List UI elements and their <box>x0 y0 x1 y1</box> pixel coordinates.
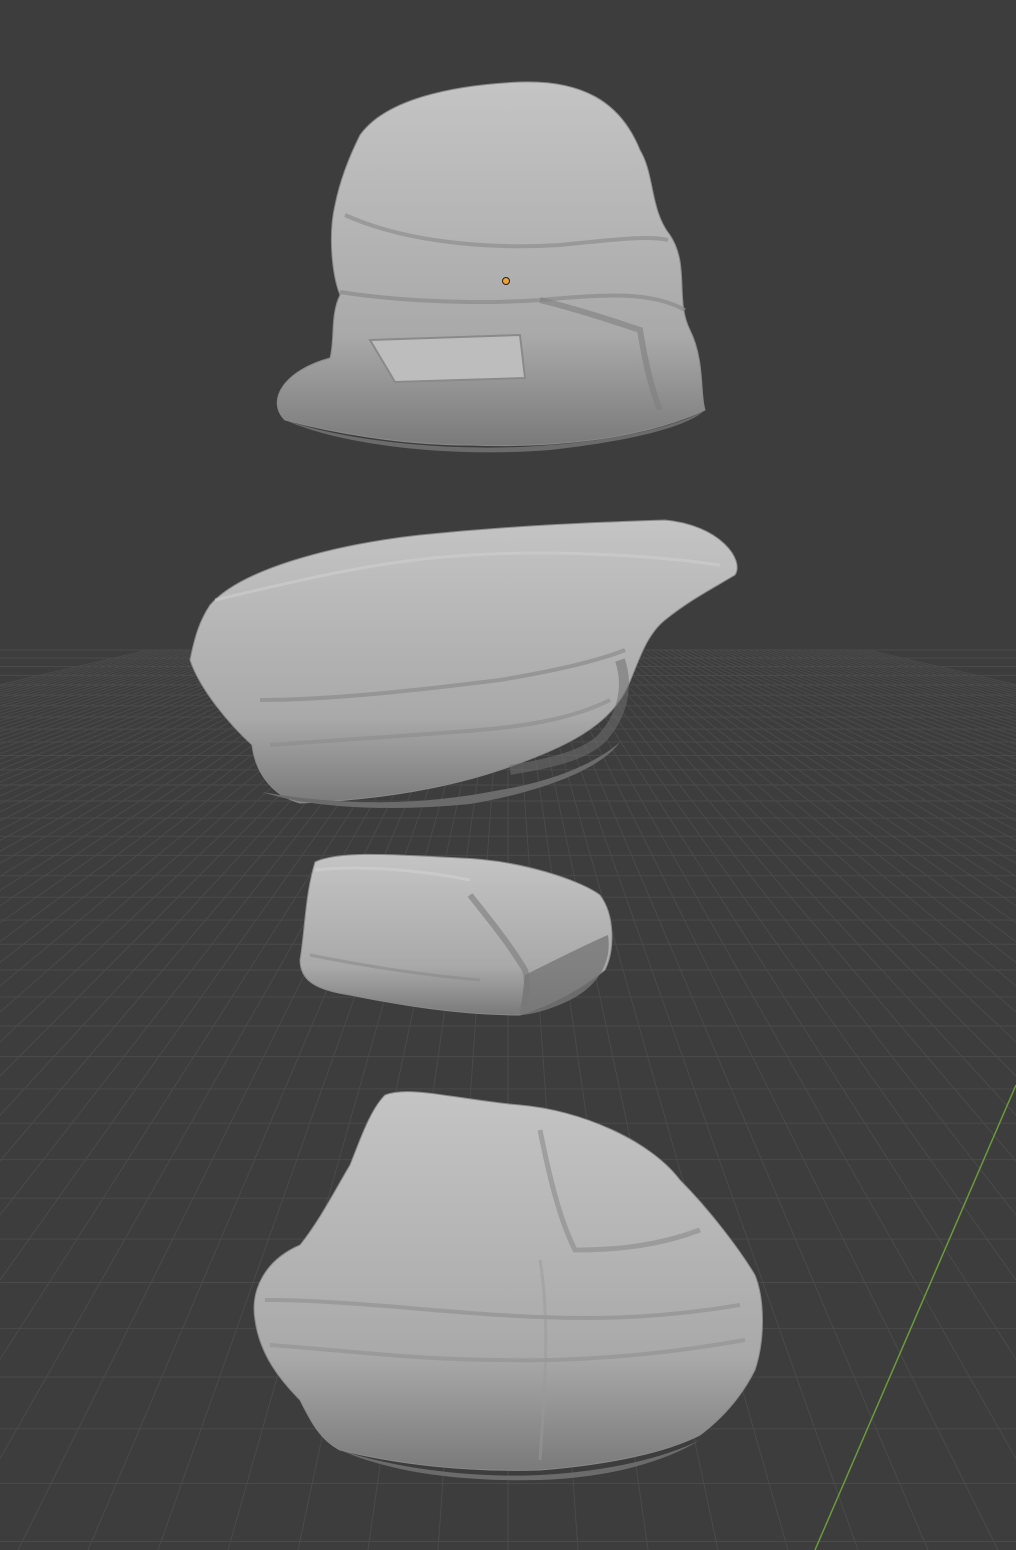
rock-3[interactable] <box>299 853 613 1016</box>
y-axis-line <box>814 1084 1016 1550</box>
3d-viewport[interactable] <box>0 0 1016 1550</box>
object-origin-marker[interactable] <box>502 277 510 285</box>
rock-4[interactable] <box>253 1091 763 1481</box>
viewport-canvas[interactable] <box>0 0 1016 1550</box>
rock-1[interactable] <box>276 81 706 453</box>
